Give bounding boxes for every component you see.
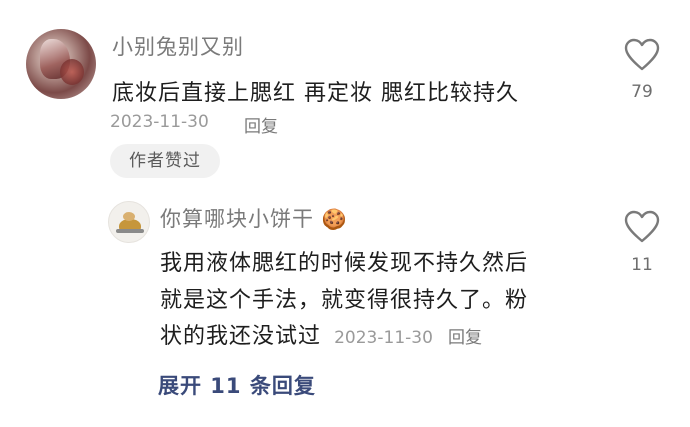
reply-text-line-3: 状的我还没试过	[160, 324, 322, 349]
reply-date: 2023-11-30	[334, 328, 433, 348]
heart-outline-icon	[624, 38, 660, 71]
heart-outline-icon	[624, 210, 660, 243]
author-liked-badge: 作者赞过	[110, 144, 220, 178]
commenter-username[interactable]: 小别兔别又别	[112, 31, 244, 61]
cookie-icon: 🍪	[321, 207, 348, 231]
commenter-avatar[interactable]	[26, 29, 96, 99]
reply-text-line-1: 我用液体腮红的时候发现不持久然后	[160, 251, 529, 276]
reply-text-line-2: 就是这个手法，就变得很持久了。粉	[160, 288, 529, 313]
reply-like-count: 11	[631, 255, 653, 275]
expand-replies-link[interactable]: 展开 11 条回复	[158, 370, 316, 400]
comment-text: 底妆后直接上腮红 再定妆 腮红比较持久	[112, 81, 519, 106]
comment-like-count: 79	[631, 82, 653, 102]
reply-reply-button[interactable]: 回复	[448, 328, 482, 348]
comment-reply-button[interactable]: 回复	[244, 112, 278, 137]
comment-date: 2023-11-30	[110, 112, 209, 132]
comment-like-button[interactable]	[624, 38, 660, 72]
replier-username-row[interactable]: 你算哪块小饼干 🍪	[160, 203, 348, 233]
replier-avatar[interactable]	[108, 201, 150, 243]
reply-last-line: 状的我还没试过 2023-11-30 回复	[160, 318, 482, 350]
reply-like-button[interactable]	[624, 210, 660, 244]
replier-username: 你算哪块小饼干	[160, 207, 314, 231]
